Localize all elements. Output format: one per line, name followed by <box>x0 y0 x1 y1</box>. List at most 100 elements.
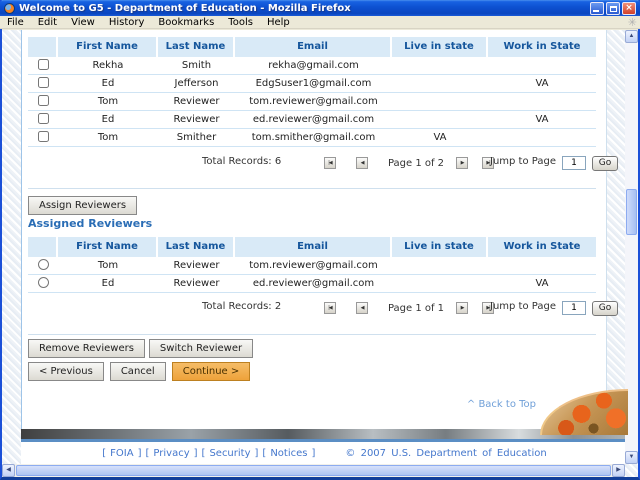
close-button[interactable]: × <box>622 2 636 15</box>
work-in-state-cell: VA <box>535 278 549 289</box>
first-name-cell: Tom <box>97 132 119 143</box>
content-panel: First Name Last Name Email Live in state… <box>21 30 618 429</box>
prev-page-button[interactable]: ◀ <box>356 157 368 169</box>
bracket: [ <box>145 447 150 459</box>
firefox-icon[interactable] <box>4 2 15 14</box>
privacy-link[interactable]: Privacy <box>153 448 189 459</box>
first-page-button[interactable]: |◀ <box>324 157 336 169</box>
next-page-button[interactable]: ▶ <box>456 157 468 169</box>
window-title: Welcome to G5 - Department of Education … <box>19 2 351 14</box>
page-viewport: First Name Last Name Email Live in state… <box>2 30 638 477</box>
row-checkbox[interactable] <box>37 112 49 124</box>
email-cell: tom.smither@gmail.com <box>251 132 376 143</box>
minimize-button[interactable] <box>590 2 604 15</box>
menu-history[interactable]: History <box>102 16 152 29</box>
horizontal-scroll-thumb[interactable] <box>16 465 611 476</box>
first-name-cell: Ed <box>101 78 115 89</box>
back-to-top-link[interactable]: ^ Back to Top <box>467 399 536 410</box>
row-radio[interactable] <box>37 258 49 270</box>
table-row: Tom Reviewer tom.reviewer@gmail.com <box>28 257 596 275</box>
menu-file[interactable]: File <box>0 16 31 29</box>
last-name-header: Last Name <box>158 237 235 257</box>
jump-to-page-input[interactable] <box>562 156 586 170</box>
assigned-reviewers-heading: Assigned Reviewers <box>28 217 153 230</box>
next-page-button[interactable]: ▶ <box>456 302 468 314</box>
table-header-row: First Name Last Name Email Live in state… <box>28 37 596 57</box>
jump-to-page-label: Jump to Page <box>490 301 556 312</box>
scroll-right-button[interactable]: ▶ <box>612 464 625 477</box>
email-header: Email <box>235 237 392 257</box>
divider <box>28 188 596 189</box>
row-checkbox[interactable] <box>37 76 49 88</box>
select-column-header <box>28 37 58 57</box>
last-name-cell: Reviewer <box>173 260 220 271</box>
scroll-down-button[interactable]: ▼ <box>625 451 638 464</box>
security-link[interactable]: Security <box>209 448 250 459</box>
bracket: [ <box>201 447 206 459</box>
first-page-button[interactable]: |◀ <box>324 302 336 314</box>
menu-help[interactable]: Help <box>260 16 297 29</box>
menu-edit[interactable]: Edit <box>31 16 64 29</box>
scroll-up-button[interactable]: ▲ <box>625 30 638 43</box>
go-button[interactable]: Go <box>592 156 618 171</box>
menu-view[interactable]: View <box>64 16 102 29</box>
jump-to-page-input[interactable] <box>562 301 586 315</box>
live-in-state-header: Live in state <box>392 37 488 57</box>
restore-button[interactable] <box>606 2 620 15</box>
scroll-left-button[interactable]: ◀ <box>2 464 15 477</box>
available-reviewers-table: First Name Last Name Email Live in state… <box>28 37 596 147</box>
table-row: Tom Smither tom.smither@gmail.com VA <box>28 129 596 147</box>
menu-bookmarks[interactable]: Bookmarks <box>151 16 221 29</box>
row-checkbox[interactable] <box>37 94 49 106</box>
table-row: Ed Jefferson EdgSuser1@gmail.com VA <box>28 75 596 93</box>
row-checkbox[interactable] <box>37 130 49 142</box>
foia-link[interactable]: FOIA <box>110 448 133 459</box>
table-row: Ed Reviewer ed.reviewer@gmail.com VA <box>28 275 596 293</box>
email-cell: EdgSuser1@gmail.com <box>255 78 372 89</box>
assign-reviewers-button[interactable]: Assign Reviewers <box>28 196 138 215</box>
title-bar[interactable]: Welcome to G5 - Department of Education … <box>0 0 640 16</box>
first-name-cell: Tom <box>97 96 119 107</box>
bracket: ] <box>254 447 259 459</box>
last-name-cell: Smither <box>176 132 217 143</box>
last-name-cell: Jefferson <box>174 78 219 89</box>
prev-page-button[interactable]: ◀ <box>356 302 368 314</box>
first-name-cell: Ed <box>101 278 115 289</box>
restore-icon <box>610 6 617 12</box>
horizontal-scrollbar[interactable]: ◀ ▶ <box>2 464 625 477</box>
live-in-state-cell: VA <box>433 132 447 143</box>
available-pagination: Total Records: 6 |◀ ◀ Page 1 of 2 ▶ ▶| J… <box>22 153 618 173</box>
menu-tools[interactable]: Tools <box>221 16 260 29</box>
page-indicator: Page 1 of 2 <box>387 158 445 169</box>
work-in-state-header: Work in State <box>488 237 596 257</box>
total-records-label: Total Records: 6 <box>202 156 282 167</box>
page-footer: [ FOIA ] [ Privacy ] [ Security ] [ Noti… <box>21 442 628 464</box>
select-column-header <box>28 237 58 257</box>
last-name-cell: Reviewer <box>173 114 220 125</box>
menu-bar: File Edit View History Bookmarks Tools H… <box>0 16 640 29</box>
go-button[interactable]: Go <box>592 301 618 316</box>
copyright-text: © 2007 U.S. Department of Education <box>345 447 547 459</box>
table-header-row: First Name Last Name Email Live in state… <box>28 237 596 257</box>
minimize-icon <box>593 10 599 12</box>
previous-button[interactable]: < Previous <box>28 362 104 381</box>
assigned-reviewers-table: First Name Last Name Email Live in state… <box>28 237 596 293</box>
first-name-cell: Rekha <box>92 60 124 71</box>
cancel-button[interactable]: Cancel <box>109 362 166 381</box>
work-in-state-cell: VA <box>535 114 549 125</box>
vertical-scroll-thumb[interactable] <box>626 189 637 235</box>
switch-reviewer-button[interactable]: Switch Reviewer <box>148 339 254 358</box>
first-name-cell: Tom <box>97 260 119 271</box>
total-records-label: Total Records: 2 <box>202 301 282 312</box>
remove-reviewers-button[interactable]: Remove Reviewers <box>28 339 145 358</box>
work-in-state-cell: VA <box>535 78 549 89</box>
bracket: ] <box>311 447 316 459</box>
continue-button[interactable]: Continue > <box>171 362 251 381</box>
row-checkbox[interactable] <box>37 58 49 70</box>
notices-link[interactable]: Notices <box>270 448 307 459</box>
bracket: ] <box>137 447 142 459</box>
row-radio[interactable] <box>37 276 49 288</box>
first-name-cell: Ed <box>101 114 115 125</box>
throbber-icon: ✳ <box>627 16 637 29</box>
email-cell: ed.reviewer@gmail.com <box>252 114 375 125</box>
